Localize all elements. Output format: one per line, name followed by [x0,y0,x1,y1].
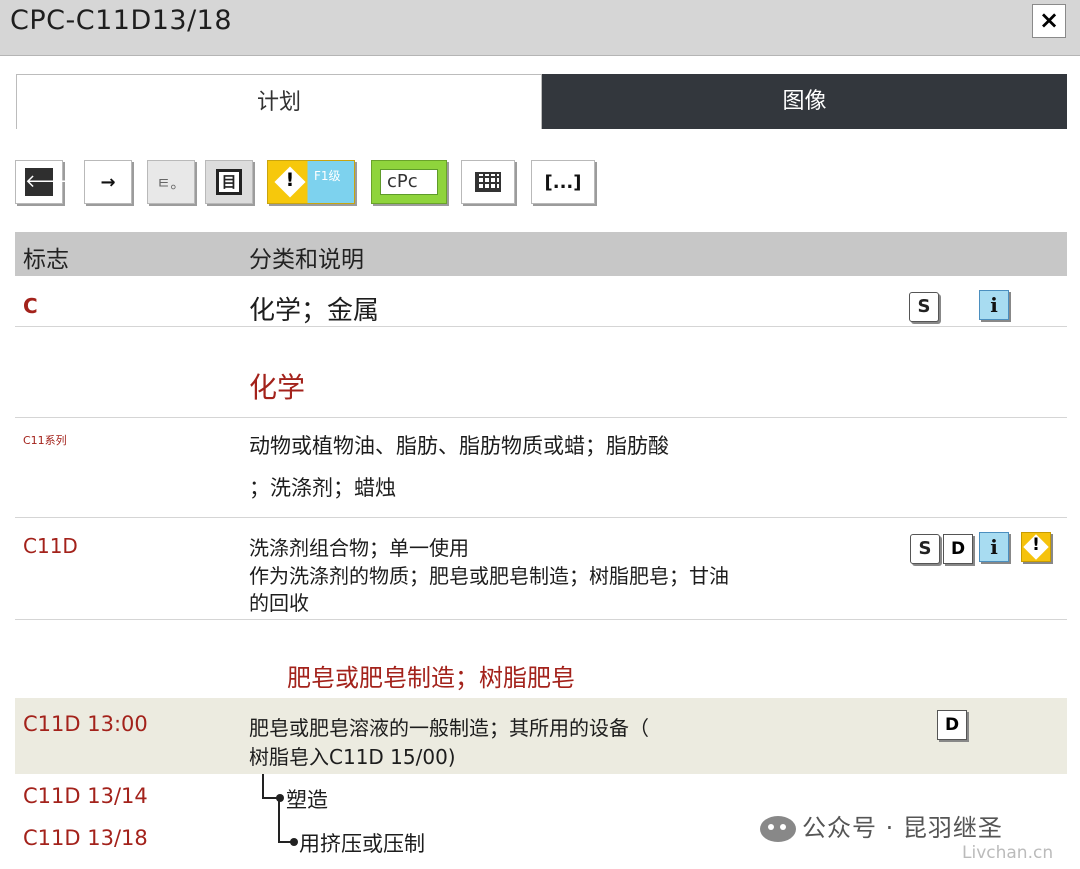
row-description-line2: ；洗涤剂；蜡烛 [249,476,396,500]
table-row[interactable]: C11系列 动物或植物油、脂肪、脂肪物质或蜡；脂肪酸 ；洗涤剂；蜡烛 [15,420,1067,516]
forward-arrow-icon: → [100,171,116,193]
toolbar: 🡐 → ㅌ。 目 ! F1级 cPc [...] [15,160,595,204]
ellipsis-icon: [...] [544,171,582,193]
section-heading: 化学 [15,362,1067,412]
grid-icon [475,172,501,192]
row-symbol: C11D [23,534,78,558]
info-icon[interactable]: i [979,290,1009,320]
d-icon[interactable]: D [943,534,973,564]
tab-image[interactable]: 图像 [542,74,1067,129]
wechat-icon [760,816,796,842]
watermark-site: Livchan.cn [962,843,1054,863]
row-description-line2: 作为洗涤剂的物质；肥皂或肥皂制造；树脂肥皂；甘油 [249,564,729,588]
note-icon: ㅌ。 [156,173,186,192]
divider [15,517,1067,518]
tab-plan[interactable]: 计划 [16,74,542,129]
tab-bar: 计划 图像 [16,74,1067,129]
row-description-line1: 洗涤剂组合物；单一使用 [249,536,469,560]
section-title: 肥皂或肥皂制造；树脂肥皂 [287,664,575,692]
divider [15,326,1067,327]
cpc-label: cPc [380,169,438,195]
table-header: 标志 分类和说明 [15,232,1067,276]
row-description-line1: 动物或植物油、脂肪、脂肪物质或蜡；脂肪酸 [249,434,669,458]
row-symbol: C11系列 [23,434,67,447]
table-row-selected[interactable]: C11D 13:00 肥皂或肥皂溶液的一般制造；其所用的设备（ 树脂皂入C11D… [15,698,1067,774]
section-title: 化学 [249,371,306,404]
info-icon[interactable]: i [979,532,1009,562]
row-description: 塑造 [286,788,328,812]
more-button[interactable]: [...] [531,160,595,204]
window-title: CPC-C11D13/18 [10,5,233,36]
watermark: 公众号 · 昆羽继圣 [760,808,1003,843]
row-symbol: C [23,294,38,318]
warning-icon[interactable]: ! [1021,532,1051,562]
d-icon[interactable]: D [937,710,967,740]
row-description-line1: 肥皂或肥皂溶液的一般制造；其所用的设备（ [249,716,649,740]
divider [15,417,1067,418]
table-row[interactable]: C11D 洗涤剂组合物；单一使用 作为洗涤剂的物质；肥皂或肥皂制造；树脂肥皂；甘… [15,520,1067,618]
s-icon[interactable]: S [909,292,939,322]
section-heading: 肥皂或肥皂制造；树脂肥皂 [15,656,1067,696]
header-flag: 标志 [23,247,69,273]
row-symbol: C11D 13/18 [23,826,148,850]
back-arrow-icon: 🡐 [25,168,73,196]
forward-button[interactable]: → [84,160,132,204]
cpc-button[interactable]: cPc [371,160,447,204]
row-description: 化学；金属 [249,296,380,326]
warning-level-button[interactable]: ! F1级 [267,160,355,204]
note-button[interactable]: ㅌ。 [147,160,195,204]
divider [15,619,1067,620]
close-button[interactable]: × [1032,4,1066,38]
back-button[interactable]: 🡐 [15,160,73,204]
table-row[interactable]: C 化学；金属 S i [15,284,1067,326]
row-symbol: C11D 13:00 [23,712,148,736]
row-description: 用挤压或压制 [299,832,425,856]
header-description: 分类和说明 [249,247,364,273]
table-view-button[interactable] [461,160,515,204]
hierarchy-icon: 目 [216,169,242,195]
s-icon[interactable]: S [910,534,940,564]
warning-level-label: F1级 [314,169,341,183]
window-title-bar: CPC-C11D13/18 × [0,0,1080,56]
row-description-line3: 的回收 [249,591,309,615]
row-symbol: C11D 13/14 [23,784,148,808]
watermark-text: 公众号 · 昆羽继圣 [802,814,1003,842]
hierarchy-button[interactable]: 目 [205,160,253,204]
row-description-line2: 树脂皂入C11D 15/00) [249,745,456,769]
